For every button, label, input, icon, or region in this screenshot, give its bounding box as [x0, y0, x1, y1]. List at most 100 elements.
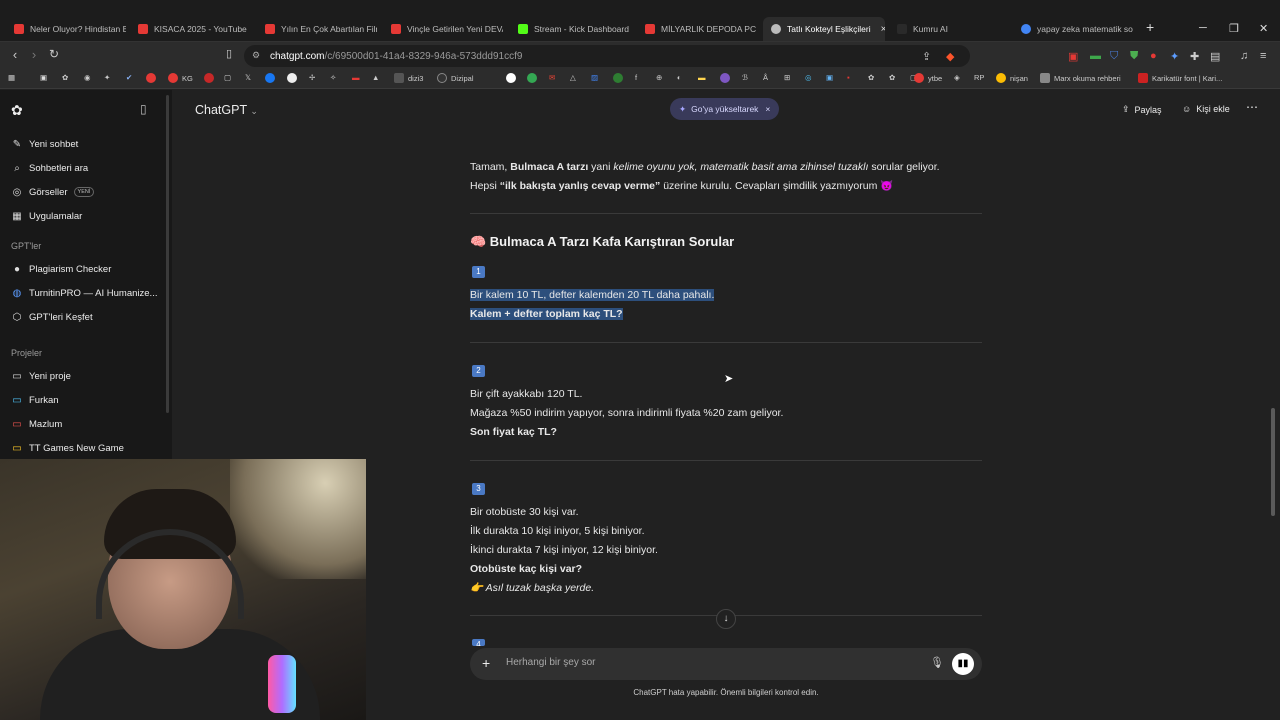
- bookmark-icon-facebook[interactable]: [265, 73, 279, 83]
- bookmark-icon-grid[interactable]: ⊞: [784, 73, 790, 82]
- bookmark-kg[interactable]: KG: [168, 73, 193, 83]
- sidebar-item-explore-gpts[interactable]: ⬡ GPT'leri Keşfet: [11, 307, 93, 327]
- bookmark-icon-box[interactable]: ▣: [826, 73, 833, 82]
- bookmark-icon-globe[interactable]: ⊕: [656, 73, 662, 82]
- bookmark-ytbe[interactable]: ytbe: [914, 73, 942, 83]
- sidebar-item-turnitinpro[interactable]: ◍ TurnitinPRO — AI Humanize...: [11, 283, 158, 303]
- microphone-icon[interactable]: 🎙: [930, 656, 944, 669]
- extensions-icon[interactable]: ✚: [1190, 50, 1199, 63]
- gmail-icon[interactable]: ✉: [549, 73, 555, 82]
- brave-shield-icon[interactable]: ◆: [946, 50, 954, 63]
- browser-tab-active[interactable]: Tatlı Kokteyl Eşlikçileri ×: [763, 17, 885, 41]
- scroll-down-icon[interactable]: ↓: [716, 609, 736, 629]
- sidebar-item-tt-games[interactable]: ▭ TT Games New Game: [11, 438, 124, 458]
- extension-vpn-icon[interactable]: ⛊: [1130, 50, 1138, 63]
- close-window-icon[interactable]: ✕: [1259, 22, 1268, 35]
- bookmark-icon-ai[interactable]: ◉: [84, 73, 91, 82]
- bookmark-icon-chatgpt-3[interactable]: ✿: [889, 73, 895, 82]
- sidebar-item-plagiarism-checker[interactable]: ● Plagiarism Checker: [11, 259, 111, 279]
- bookmark-icon-check[interactable]: ✔: [126, 73, 132, 82]
- bookmark-icon-yellow[interactable]: ▬: [698, 73, 706, 82]
- playlist-icon[interactable]: ♫: [1240, 50, 1248, 62]
- sidebar-item-new-chat[interactable]: ✎ Yeni sohbet: [11, 134, 79, 154]
- address-bar[interactable]: chatgpt.com/c/69500d01-41a4-8329-946a-57…: [244, 45, 970, 67]
- browser-tab[interactable]: Neler Oluyor? Hindistan B: [14, 17, 126, 41]
- browser-tab[interactable]: MİLYARLIK DEPODA PC TO: [645, 17, 757, 41]
- bookmark-icon-star[interactable]: ✧: [330, 73, 336, 82]
- upgrade-pill[interactable]: ✦ Go'ya yükseltarek ×: [670, 98, 780, 120]
- bookmark-icon-chatgpt-2[interactable]: ✿: [868, 73, 874, 82]
- sidebar-item-mazlum[interactable]: ▭ Mazlum: [11, 414, 62, 434]
- bookmark-icon-red-sq[interactable]: ▪: [847, 73, 850, 82]
- sidebar-toggle-icon[interactable]: ▤: [1210, 50, 1220, 63]
- share-page-icon[interactable]: ⇪: [922, 50, 931, 63]
- bookmark-marx[interactable]: Marx okuma rehberi: [1040, 73, 1121, 83]
- bookmark-icon-b[interactable]: ℬ: [742, 73, 748, 82]
- browser-tab[interactable]: Kumru AI: [897, 17, 1009, 41]
- bookmark-icon-slack[interactable]: ✢: [309, 73, 315, 82]
- bookmark-youtube[interactable]: [146, 73, 160, 83]
- new-tab-button[interactable]: +: [1146, 19, 1154, 35]
- extension-red-icon[interactable]: ●: [1150, 50, 1157, 62]
- close-icon[interactable]: ×: [765, 104, 770, 114]
- bookmark-dizi3[interactable]: dizi3: [394, 73, 423, 83]
- message-input[interactable]: Herhangi bir şey sor: [506, 657, 595, 668]
- plus-icon[interactable]: +: [482, 655, 490, 671]
- bookmark-icon-cyan[interactable]: ◎: [805, 73, 812, 82]
- maps-icon[interactable]: [527, 73, 541, 83]
- close-sidebar-icon[interactable]: ▯: [140, 102, 147, 116]
- site-info-icon[interactable]: ⚙: [252, 50, 260, 61]
- sidebar-item-furkan[interactable]: ▭ Furkan: [11, 390, 58, 410]
- browser-tab[interactable]: Yılın En Çok Abartılan Filmi: [265, 17, 377, 41]
- sidebar-item-images[interactable]: ◎ Görseller YENİ: [11, 182, 95, 202]
- message-composer[interactable]: + Herhangi bir şey sor 🎙 ▮▮: [470, 648, 982, 680]
- menu-icon[interactable]: ≡: [1260, 50, 1266, 62]
- bookmark-icon-chatgpt[interactable]: ✿: [62, 73, 68, 82]
- minimize-icon[interactable]: ─: [1199, 22, 1207, 34]
- sidebar-item-apps[interactable]: ▦ Uygulamalar: [11, 206, 82, 226]
- browser-tab[interactable]: KISACA 2025 - YouTube: [138, 17, 250, 41]
- bookmark-icon-circle[interactable]: [287, 73, 301, 83]
- add-person-button[interactable]: ☺ Kişi ekle: [1182, 104, 1230, 114]
- sidebar-item-search-chats[interactable]: ⌕ Sohbetleri ara: [11, 158, 88, 178]
- extension-green-icon[interactable]: ▬: [1090, 50, 1101, 62]
- extension-new-icon[interactable]: ▣: [1068, 50, 1078, 63]
- voice-mode-icon[interactable]: ▮▮: [952, 653, 974, 675]
- chatgpt-logo-icon[interactable]: ✿: [11, 102, 23, 119]
- maximize-icon[interactable]: ❐: [1229, 22, 1239, 35]
- google-icon[interactable]: [506, 73, 520, 83]
- bookmark-karikatur[interactable]: Karikatür font | Kari...: [1138, 73, 1222, 83]
- sidebar-item-new-project[interactable]: ▭ Yeni proje: [11, 366, 71, 386]
- bookmark-icon-purple[interactable]: [720, 73, 734, 83]
- x-icon[interactable]: 𝕏: [245, 73, 251, 82]
- browser-tab[interactable]: Vinçle Getirilen Yeni DEVA: [391, 17, 503, 41]
- browser-tab[interactable]: yapay zeka matematik sor: [1021, 17, 1133, 41]
- forward-icon[interactable]: ›: [25, 47, 43, 62]
- model-selector[interactable]: ChatGPT ⌄: [195, 103, 258, 117]
- bookmark-icon[interactable]: ▯: [220, 47, 238, 60]
- more-options-icon[interactable]: ⋯: [1246, 100, 1258, 114]
- translate-icon[interactable]: ▨: [591, 73, 598, 82]
- adobe-icon[interactable]: Å: [763, 73, 768, 82]
- bookmark-icon-flag[interactable]: ▬: [352, 73, 360, 82]
- extension-blue-icon[interactable]: ✦: [1170, 50, 1179, 63]
- bookmark-icon-green[interactable]: [613, 73, 627, 83]
- drive-icon[interactable]: △: [570, 73, 576, 82]
- github-icon[interactable]: ◐: [677, 73, 682, 82]
- back-icon[interactable]: ‹: [6, 47, 24, 62]
- bookmark-icon-gemini[interactable]: ✦: [104, 73, 110, 82]
- bookmark-rp[interactable]: RP: [974, 73, 984, 82]
- extension-shield-icon[interactable]: ⛉: [1110, 50, 1118, 63]
- apps-grid-icon[interactable]: ▦: [8, 73, 15, 82]
- close-tab-icon[interactable]: ×: [881, 24, 885, 35]
- bookmark-icon-tv[interactable]: ▣: [40, 73, 47, 82]
- sidebar-scrollbar[interactable]: [166, 95, 169, 413]
- bookmark-nisan[interactable]: nişan: [996, 73, 1028, 83]
- reload-icon[interactable]: ↻: [45, 47, 63, 61]
- bookmark-icon-triangle[interactable]: ▲: [372, 73, 379, 82]
- share-button[interactable]: ⇪ Paylaş: [1122, 104, 1162, 115]
- browser-tab[interactable]: Stream - Kick Dashboard: [518, 17, 630, 41]
- bookmark-icon-f[interactable]: f: [635, 73, 637, 82]
- bookmark-icon-red[interactable]: [204, 73, 218, 83]
- bookmark-icon-diamond[interactable]: ◈: [954, 73, 960, 82]
